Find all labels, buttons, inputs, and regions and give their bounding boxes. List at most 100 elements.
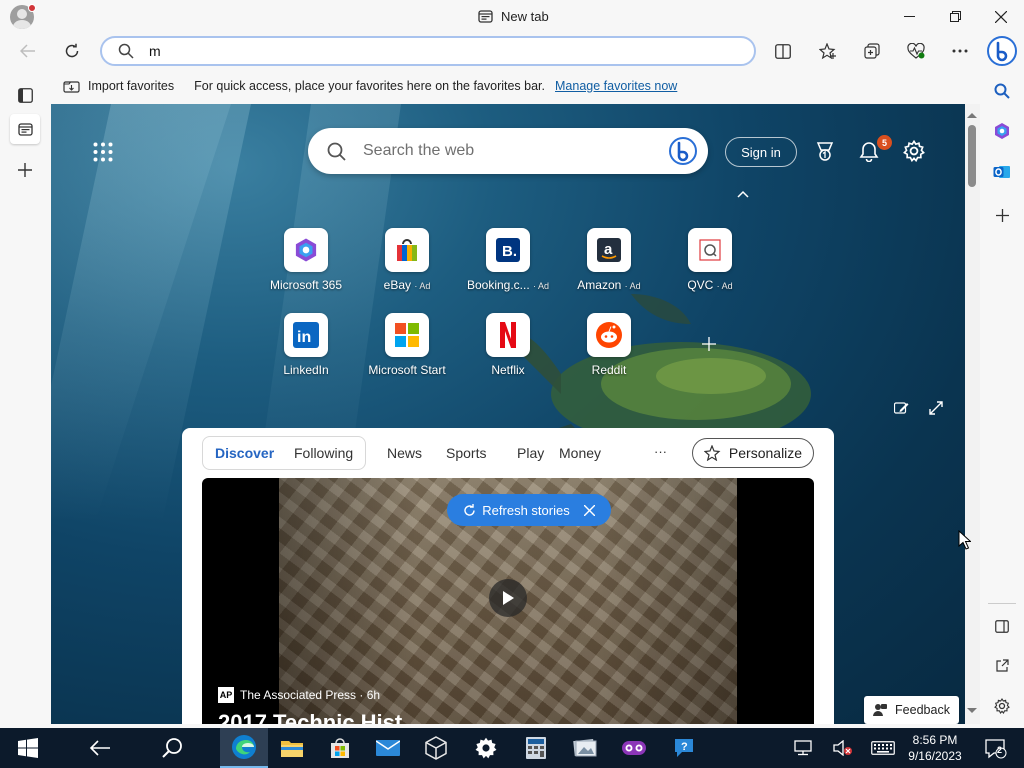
- microsoft-logo-icon: [385, 313, 429, 357]
- sidebar-hide-icon[interactable]: [988, 612, 1016, 640]
- taskbar-photos[interactable]: [561, 728, 609, 768]
- taskbar-3d-viewer[interactable]: [412, 728, 460, 768]
- notifications-bell-icon[interactable]: [859, 141, 879, 162]
- netflix-icon: [486, 313, 530, 357]
- taskbar-file-explorer[interactable]: [268, 728, 316, 768]
- featured-video-card[interactable]: Refresh stories AP The Associated Press …: [202, 478, 814, 724]
- quick-link-amazon[interactable]: a Amazon · Ad: [559, 228, 659, 292]
- quick-link-booking[interactable]: B. Booking.c... · Ad: [458, 228, 558, 292]
- start-button[interactable]: [4, 728, 52, 768]
- category-play[interactable]: Play: [517, 445, 544, 461]
- add-quick-link-icon[interactable]: [702, 337, 716, 351]
- fullscreen-expand-icon[interactable]: [929, 401, 943, 415]
- split-screen-button[interactable]: [769, 37, 797, 65]
- back-button[interactable]: [14, 37, 42, 65]
- tab-following[interactable]: Following: [294, 445, 353, 461]
- sidebar-add-icon[interactable]: [988, 201, 1016, 229]
- favorites-button[interactable]: [814, 37, 842, 65]
- taskbar-back-button[interactable]: [76, 728, 124, 768]
- play-button[interactable]: [489, 579, 527, 617]
- more-categories-button[interactable]: ···: [654, 444, 667, 459]
- volume-muted-icon[interactable]: [832, 738, 854, 758]
- photos-icon: [573, 738, 597, 757]
- minimize-button[interactable]: [886, 0, 932, 33]
- sidebar-outlook-icon[interactable]: [988, 158, 1016, 186]
- taskbar-edge-app[interactable]: [220, 728, 268, 768]
- windows-logo-icon: [18, 738, 38, 758]
- bing-chat-icon[interactable]: [668, 136, 698, 166]
- settings-and-more-button[interactable]: [946, 37, 974, 65]
- refresh-stories-label: Refresh stories: [482, 502, 570, 518]
- article-headline[interactable]: 2017 Technic Hist: [218, 710, 402, 724]
- sidebar-settings-icon[interactable]: [988, 692, 1016, 720]
- address-bar[interactable]: [100, 36, 756, 66]
- category-news[interactable]: News: [387, 445, 422, 461]
- keyboard-icon[interactable]: [870, 738, 896, 758]
- system-clock[interactable]: 8:56 PM 9/16/2023: [900, 732, 970, 764]
- taskbar-calculator[interactable]: [512, 728, 560, 768]
- rewards-icon[interactable]: [816, 142, 834, 162]
- close-button[interactable]: [978, 0, 1024, 33]
- tab-actions-button[interactable]: [10, 80, 40, 110]
- personalize-button[interactable]: Personalize: [692, 438, 814, 468]
- tab-discover[interactable]: Discover: [215, 445, 274, 461]
- taskbar-get-help[interactable]: ?: [660, 728, 708, 768]
- new-tab-icon: [478, 10, 493, 23]
- quick-link-microsoft365[interactable]: Microsoft 365: [256, 228, 356, 292]
- article-source[interactable]: AP The Associated Press · 6h: [218, 687, 380, 703]
- refresh-stories-button[interactable]: Refresh stories: [447, 494, 611, 526]
- browser-essentials-button[interactable]: [902, 37, 930, 65]
- search-icon: [327, 142, 346, 161]
- address-input[interactable]: [149, 42, 709, 60]
- taskbar-search-button[interactable]: [148, 728, 196, 768]
- vertical-tab-new-tab[interactable]: [10, 114, 40, 144]
- taskbar-mixed-reality[interactable]: [610, 728, 658, 768]
- sidebar-search-icon[interactable]: [988, 77, 1016, 105]
- manage-favorites-link[interactable]: Manage favorites now: [555, 79, 677, 93]
- quick-link-linkedin[interactable]: in LinkedIn: [256, 313, 356, 377]
- page-settings-gear-icon[interactable]: [903, 140, 925, 162]
- quick-link-reddit[interactable]: Reddit: [559, 313, 659, 377]
- page-scrollbar[interactable]: [965, 104, 980, 724]
- restore-button[interactable]: [932, 0, 978, 33]
- refresh-button[interactable]: [58, 37, 86, 65]
- collections-button[interactable]: [858, 37, 886, 65]
- microsoft365-icon: [284, 228, 328, 272]
- scrollbar-thumb[interactable]: [968, 125, 976, 187]
- cube-icon: [425, 736, 447, 760]
- profile-alert-dot: [28, 4, 36, 12]
- taskbar-microsoft-store[interactable]: [316, 728, 364, 768]
- quick-link-microsoft-start[interactable]: Microsoft Start: [357, 313, 457, 377]
- feedback-button[interactable]: Feedback: [864, 696, 959, 724]
- collapse-quick-links-chevron-up-icon[interactable]: [737, 190, 749, 198]
- reddit-icon: [587, 313, 631, 357]
- scroll-down-arrow-icon[interactable]: [967, 707, 977, 714]
- feedback-icon: [873, 703, 888, 717]
- taskbar-mail[interactable]: [364, 728, 412, 768]
- dismiss-refresh-close-icon[interactable]: [583, 504, 595, 516]
- edit-background-icon[interactable]: [894, 401, 909, 415]
- quick-link-netflix[interactable]: Netflix: [458, 313, 558, 377]
- action-center-button[interactable]: 2: [982, 736, 1010, 762]
- refresh-icon: [463, 503, 476, 517]
- ad-tag: · Ad: [414, 281, 431, 291]
- import-favorites-button[interactable]: Import favorites: [63, 79, 174, 93]
- sidebar-microsoft365-icon[interactable]: [988, 117, 1016, 145]
- tab-new-tab[interactable]: New tab: [478, 9, 549, 24]
- category-money[interactable]: Money: [559, 445, 601, 461]
- web-search-placeholder: Search the web: [363, 142, 475, 159]
- taskbar-settings[interactable]: [462, 728, 510, 768]
- sidebar-open-external-icon[interactable]: [988, 652, 1016, 680]
- sign-in-button[interactable]: Sign in: [725, 137, 797, 167]
- web-search-box[interactable]: Search the web: [308, 128, 708, 174]
- apps-launcher-icon[interactable]: [93, 142, 113, 162]
- import-icon: [63, 79, 80, 93]
- scroll-up-arrow-icon[interactable]: [967, 112, 977, 119]
- network-icon[interactable]: [792, 738, 814, 758]
- quick-link-ebay[interactable]: eBay · Ad: [357, 228, 457, 292]
- quick-link-qvc[interactable]: QVC · Ad: [660, 228, 760, 292]
- copilot-button[interactable]: [986, 35, 1018, 67]
- category-sports[interactable]: Sports: [446, 445, 486, 461]
- svg-text:a: a: [604, 241, 613, 258]
- new-tab-button[interactable]: [10, 155, 40, 185]
